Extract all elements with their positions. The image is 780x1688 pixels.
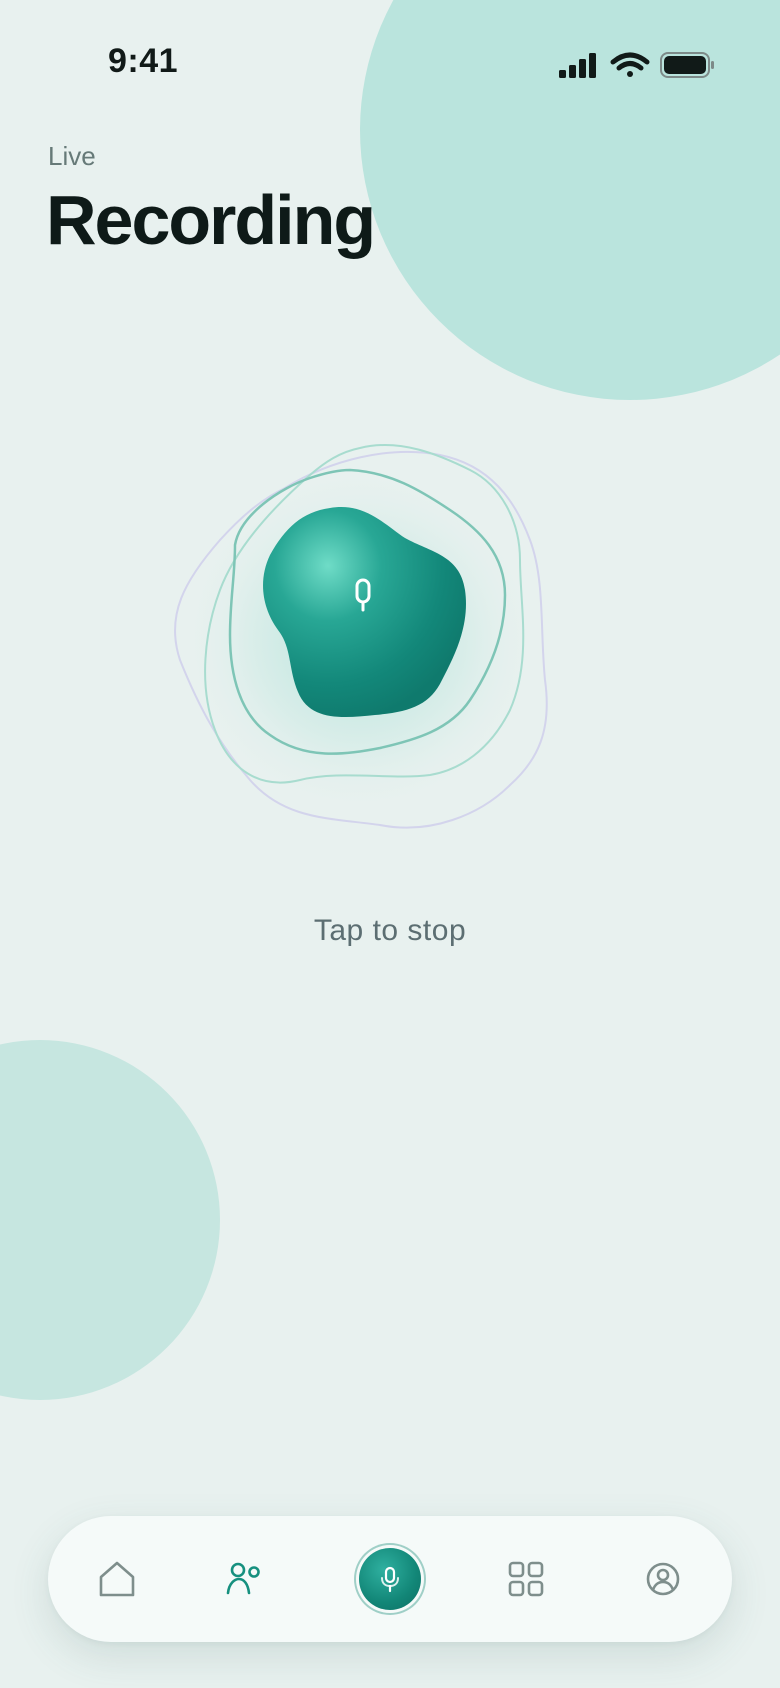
wifi-icon xyxy=(610,52,650,77)
record-fab[interactable] xyxy=(359,1548,421,1610)
home-icon xyxy=(99,1561,135,1597)
recording-screen: 9:41 Live Recording Tap to stop xyxy=(0,0,780,1688)
recording-visualizer[interactable] xyxy=(160,430,580,870)
page-subtitle: Live xyxy=(48,141,96,171)
nav-home[interactable] xyxy=(62,1516,172,1642)
status-time: 9:41 xyxy=(108,42,179,80)
status-icons xyxy=(556,48,716,84)
nav-record[interactable] xyxy=(335,1516,445,1642)
nav-grid[interactable] xyxy=(471,1516,581,1642)
bottom-nav xyxy=(48,1516,732,1642)
nav-profile[interactable] xyxy=(608,1516,718,1642)
signal-icon xyxy=(559,53,596,78)
recording-hint: Tap to stop xyxy=(313,914,467,947)
microphone-icon xyxy=(381,1566,399,1593)
grid-icon xyxy=(508,1561,544,1597)
decorative-blob-bottom xyxy=(0,1040,220,1400)
page-title: Recording xyxy=(46,181,376,259)
battery-icon xyxy=(660,52,714,78)
people-icon xyxy=(226,1562,260,1595)
nav-people[interactable] xyxy=(190,1516,300,1642)
profile-icon xyxy=(646,1562,680,1596)
